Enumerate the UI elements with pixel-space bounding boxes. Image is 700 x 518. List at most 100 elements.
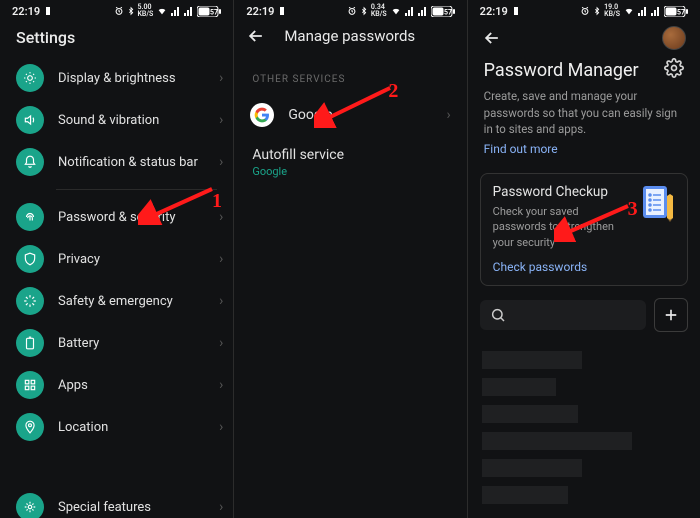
svg-text:57: 57 <box>444 8 452 16</box>
list-item[interactable] <box>482 378 556 396</box>
settings-screen: 22:19 5.00KB/S 57 Settings Display & bri… <box>0 0 233 518</box>
chevron-right-icon: › <box>219 335 223 351</box>
page-description: Create, save and manage your passwords s… <box>484 88 684 138</box>
search-row <box>468 294 700 342</box>
sidebar-item-safety[interactable]: Safety & emergency › <box>6 280 233 322</box>
list-item[interactable] <box>482 432 632 450</box>
divider <box>56 189 217 190</box>
chevron-right-icon: › <box>219 377 223 393</box>
list-item[interactable] <box>482 405 578 423</box>
sidebar-item-apps[interactable]: Apps › <box>6 364 233 406</box>
notification-indicator-icon <box>511 6 521 16</box>
check-passwords-link[interactable]: Check passwords <box>493 260 588 274</box>
find-out-more-link[interactable]: Find out more <box>484 142 558 156</box>
signal-icon <box>171 6 181 16</box>
setting-label: Display & brightness <box>58 71 213 86</box>
chevron-right-icon: › <box>219 209 223 225</box>
wifi-icon <box>623 6 635 16</box>
row-title: Autofill service <box>252 147 448 163</box>
alarm-icon <box>580 6 590 16</box>
battery-icon <box>16 329 44 357</box>
network-speed: 5.00KB/S <box>138 4 154 18</box>
header: Manage passwords <box>234 20 466 56</box>
sidebar-item-password-security[interactable]: Password & security › <box>6 196 233 238</box>
wifi-icon <box>156 6 168 16</box>
setting-label: Special features <box>58 500 213 515</box>
setting-label: Notification & status bar <box>58 155 213 170</box>
wifi-icon <box>390 6 402 16</box>
status-time: 22:19 <box>480 5 508 18</box>
emergency-icon <box>16 287 44 315</box>
notification-icon <box>16 148 44 176</box>
chevron-right-icon: › <box>446 107 450 123</box>
battery-icon: 57 <box>197 6 221 17</box>
list-item[interactable] <box>482 486 568 504</box>
notification-indicator-icon <box>43 6 53 16</box>
brightness-icon <box>16 64 44 92</box>
chevron-right-icon: › <box>219 251 223 267</box>
signal-icon-2 <box>184 6 194 16</box>
battery-icon: 57 <box>431 6 455 17</box>
sidebar-item-notification[interactable]: Notification & status bar › <box>6 141 233 183</box>
status-bar: 22:19 0.34KB/S 57 <box>234 0 466 20</box>
gear-icon[interactable] <box>664 58 684 82</box>
setting-label: Sound & vibration <box>58 113 213 128</box>
sidebar-item-battery[interactable]: Battery › <box>6 322 233 364</box>
back-icon[interactable] <box>246 26 266 46</box>
sound-icon <box>16 106 44 134</box>
bluetooth-icon <box>360 6 368 16</box>
password-checkup-card: Password Checkup Check your saved passwo… <box>480 173 688 286</box>
page-title: Settings <box>0 20 233 57</box>
section-label: OTHER SERVICES <box>234 56 466 93</box>
alarm-icon <box>114 6 124 16</box>
sidebar-item-sound[interactable]: Sound & vibration › <box>6 99 233 141</box>
google-icon <box>250 103 274 127</box>
setting-label: Battery <box>58 336 213 351</box>
setting-label: Location <box>58 420 213 435</box>
signal-icon <box>638 6 648 16</box>
status-bar: 22:19 19.0KB/S 57 <box>468 0 700 20</box>
password-manager-header: Password Manager Create, save and manage… <box>468 54 700 167</box>
network-speed: 19.0KB/S <box>604 4 620 18</box>
chevron-right-icon: › <box>219 419 223 435</box>
status-time: 22:19 <box>246 5 274 18</box>
signal-icon-2 <box>651 6 661 16</box>
location-icon <box>16 413 44 441</box>
manage-passwords-screen: 22:19 0.34KB/S 57 Manage passwords OTHER… <box>233 0 466 518</box>
apps-icon <box>16 371 44 399</box>
list-item[interactable] <box>482 459 582 477</box>
chevron-right-icon: › <box>219 293 223 309</box>
add-button[interactable] <box>654 298 688 332</box>
alarm-icon <box>347 6 357 16</box>
settings-list: Display & brightness › Sound & vibration… <box>0 57 233 518</box>
back-icon[interactable] <box>482 28 502 48</box>
autofill-service-row[interactable]: Autofill service Google <box>234 137 466 188</box>
battery-icon: 57 <box>664 6 688 17</box>
chevron-right-icon: › <box>219 154 223 170</box>
row-label: Google <box>288 107 440 123</box>
setting-label: Apps <box>58 378 213 393</box>
notification-indicator-icon <box>277 6 287 16</box>
page-title: Manage passwords <box>284 27 415 45</box>
page-title: Password Manager <box>484 60 639 81</box>
sidebar-item-privacy[interactable]: Privacy › <box>6 238 233 280</box>
special-icon <box>16 493 44 518</box>
shield-icon <box>16 245 44 273</box>
setting-label: Safety & emergency <box>58 294 213 309</box>
search-icon <box>490 307 506 323</box>
google-service-row[interactable]: Google › <box>234 93 466 137</box>
chevron-right-icon: › <box>219 112 223 128</box>
fingerprint-icon <box>16 203 44 231</box>
search-input[interactable] <box>480 300 646 330</box>
signal-icon <box>405 6 415 16</box>
setting-label: Privacy <box>58 252 213 267</box>
list-item[interactable] <box>482 351 582 369</box>
avatar[interactable] <box>662 26 686 50</box>
sidebar-item-display[interactable]: Display & brightness › <box>6 57 233 99</box>
svg-text:57: 57 <box>210 8 218 16</box>
sidebar-item-location[interactable]: Location › <box>6 406 233 448</box>
bluetooth-icon <box>593 6 601 16</box>
signal-icon-2 <box>418 6 428 16</box>
setting-label: Password & security <box>58 210 213 225</box>
sidebar-item-special-features[interactable]: Special features › <box>6 486 233 518</box>
